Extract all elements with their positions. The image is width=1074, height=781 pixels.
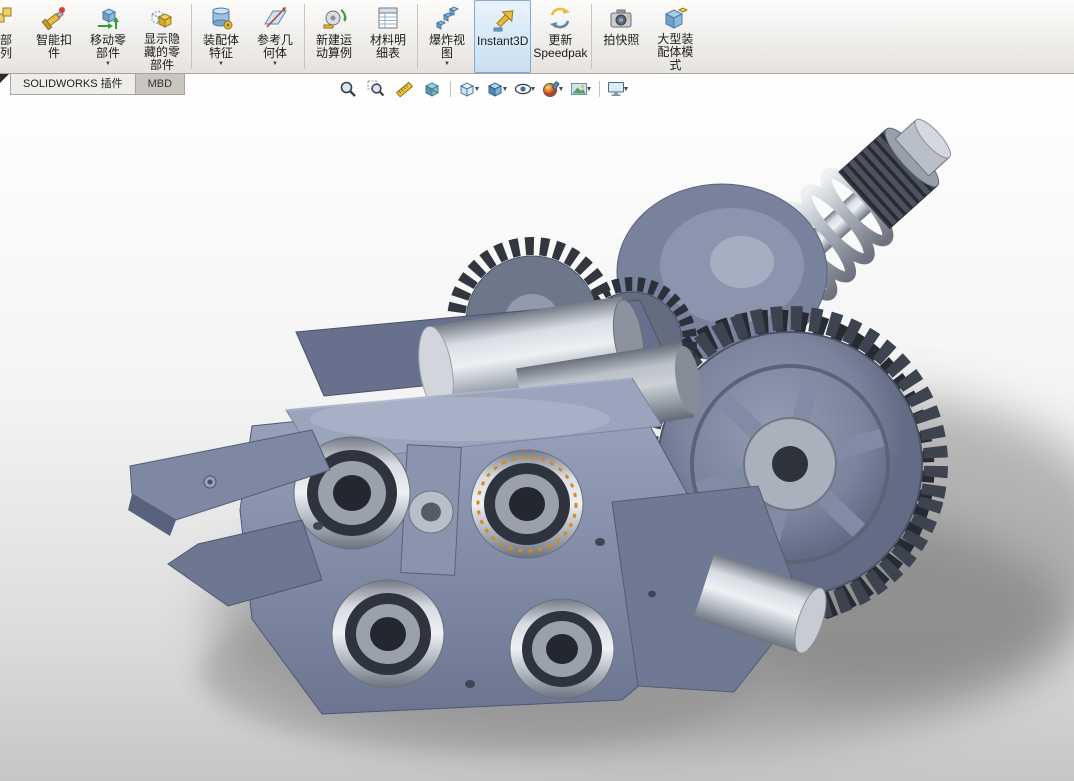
dropdown-arrow-icon: ▼ — [218, 61, 224, 68]
edit-appearance-button[interactable]: ▼ — [541, 79, 565, 99]
ribbon-item-instant3d[interactable]: Instant3D — [474, 0, 531, 73]
ribbon-item-label: 移动零 部件 — [90, 34, 126, 60]
command-manager-ribbon: 零部 系列 智能扣 件 移动零 部件 ▼ 显示隐 藏的零 部件 装配体 特征 ▼… — [0, 0, 1074, 74]
3d-viewport[interactable] — [0, 74, 1074, 781]
ribbon-separator — [191, 4, 192, 69]
bearing-top-right — [471, 450, 583, 558]
gearbox-assembly-model — [0, 74, 1074, 781]
ribbon-item-move-component[interactable]: 移动零 部件 ▼ — [81, 0, 135, 73]
top-face-highlight — [310, 397, 610, 441]
caret-down-icon: ▼ — [558, 86, 565, 93]
ribbon-item-label: 材料明 细表 — [370, 34, 406, 60]
ribbon-item-label: 拍快照 — [603, 34, 639, 47]
ribbon-separator — [591, 4, 592, 69]
display-style-button[interactable]: ▼ — [485, 79, 509, 99]
ribbon-item-label: 更新 Speedpak — [533, 34, 587, 60]
ribbon-separator — [417, 4, 418, 69]
move-component-icon — [95, 3, 121, 33]
dropdown-arrow-icon: ▼ — [444, 61, 450, 68]
apply-scene-button[interactable]: ▼ — [569, 79, 593, 99]
caret-down-icon: ▼ — [623, 86, 630, 93]
ribbon-item-label: 显示隐 藏的零 部件 — [144, 33, 180, 72]
toolbar-separator — [599, 81, 600, 97]
zoom-to-fit-button[interactable] — [336, 79, 360, 99]
tab-mbd[interactable]: MBD — [135, 74, 185, 95]
ribbon-item-exploded-view[interactable]: 爆炸视 图 ▼ — [420, 0, 474, 73]
ribbon-item-update-speedpak[interactable]: 更新 Speedpak — [531, 0, 589, 73]
dropdown-arrow-icon: ▼ — [272, 61, 278, 68]
ribbon-item-label: 参考几 何体 — [257, 34, 293, 60]
caret-down-icon: ▼ — [530, 86, 537, 93]
bill-of-materials-icon — [375, 3, 401, 33]
ribbon-item-label: 大型装 配体模 式 — [657, 33, 693, 72]
large-assembly-mode-icon — [662, 3, 688, 32]
caret-down-icon: ▼ — [502, 86, 509, 93]
update-speedpak-icon — [547, 3, 573, 33]
reference-geometry-icon — [262, 3, 288, 33]
ribbon-item-label: 智能扣 件 — [36, 34, 72, 60]
bearing-bottom-left — [332, 580, 444, 688]
ribbon-item-large-assembly-mode[interactable]: 大型装 配体模 式 — [648, 0, 702, 73]
caret-down-icon: ▼ — [474, 86, 481, 93]
ribbon-item-label: 新建运 动算例 — [316, 34, 352, 60]
zoom-to-area-button[interactable] — [364, 79, 388, 99]
ribbon-item-component-pattern[interactable]: 零部 系列 — [0, 0, 27, 73]
command-manager-tabs: SOLIDWORKS 插件 MBD — [0, 74, 184, 95]
heads-up-view-toolbar: ▼ ▼ ▼ ▼ ▼ ▼ — [336, 79, 630, 99]
view-settings-button[interactable]: ▼ — [606, 79, 630, 99]
ribbon-separator — [304, 4, 305, 69]
tab-solidworks-addins[interactable]: SOLIDWORKS 插件 — [10, 74, 136, 95]
smart-fasteners-icon — [41, 3, 67, 33]
view-orientation-button[interactable]: ▼ — [457, 79, 481, 99]
ribbon-item-reference-geometry[interactable]: 参考几 何体 ▼ — [248, 0, 302, 73]
bearing-bottom-right — [510, 599, 614, 699]
ribbon-item-take-snapshot[interactable]: 拍快照 — [594, 0, 648, 73]
ribbon-item-assembly-features[interactable]: 装配体 特征 ▼ — [194, 0, 248, 73]
exploded-view-icon — [434, 3, 460, 33]
take-snapshot-icon — [608, 3, 634, 33]
caret-down-icon: ▼ — [586, 86, 593, 93]
show-hidden-components-icon — [149, 3, 175, 32]
assembly-features-icon — [208, 3, 234, 33]
ribbon-item-label: Instant3D — [477, 35, 528, 48]
ribbon-item-new-motion-study[interactable]: 新建运 动算例 — [307, 0, 361, 73]
hide-show-items-button[interactable]: ▼ — [513, 79, 537, 99]
center-boss — [409, 491, 453, 533]
measure-button[interactable] — [392, 79, 416, 99]
toolbar-separator — [450, 81, 451, 97]
ribbon-item-bill-of-materials[interactable]: 材料明 细表 — [361, 0, 415, 73]
section-view-button[interactable] — [420, 79, 444, 99]
dropdown-arrow-icon: ▼ — [105, 61, 111, 68]
ribbon-item-label: 爆炸视 图 — [429, 34, 465, 60]
ribbon-item-label: 零部 系列 — [0, 34, 12, 60]
ribbon-item-smart-fasteners[interactable]: 智能扣 件 — [27, 0, 81, 73]
instant3d-icon — [489, 4, 517, 34]
ribbon-collapse-arrow-icon[interactable] — [0, 74, 9, 83]
component-pattern-icon — [0, 3, 13, 33]
new-motion-study-icon — [321, 3, 347, 33]
ribbon-item-label: 装配体 特征 — [203, 34, 239, 60]
ribbon-item-show-hidden-components[interactable]: 显示隐 藏的零 部件 — [135, 0, 189, 73]
